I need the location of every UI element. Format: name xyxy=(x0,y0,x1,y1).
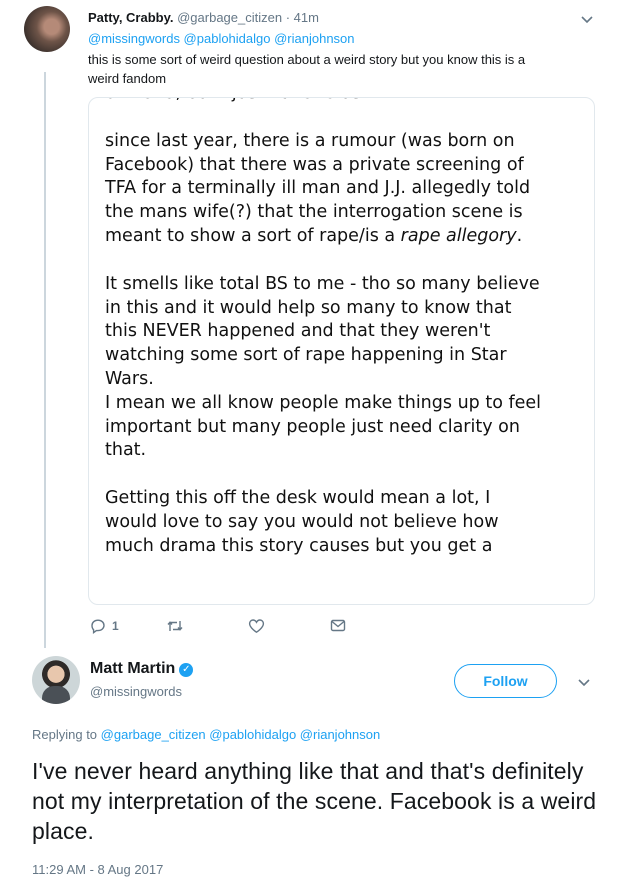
tweet-text: this is some sort of weird question abou… xyxy=(88,52,526,86)
reply-count: 1 xyxy=(112,619,119,633)
image-text: of weird, but I just have to ask. since … xyxy=(105,98,545,559)
heart-icon xyxy=(248,619,265,634)
handle[interactable]: @missingwords xyxy=(90,684,182,699)
avatar[interactable] xyxy=(24,6,70,52)
replying-prefix: Replying to xyxy=(32,727,98,742)
text-line: of weird, but I just have to ask. xyxy=(105,98,545,106)
text-paragraph: It smells like total BS to me - tho so m… xyxy=(105,273,540,389)
display-name-row: Matt Martin ✓ xyxy=(90,660,194,678)
thread-connector xyxy=(44,72,46,648)
timestamp[interactable]: 11:29 AM - 8 Aug 2017 xyxy=(32,862,163,877)
display-name[interactable]: Matt Martin xyxy=(90,660,175,677)
retweet-button[interactable] xyxy=(166,618,184,634)
text-paragraph: Getting this off the desk would mean a l… xyxy=(105,488,499,556)
text-paragraph: I mean we all know people make things up… xyxy=(105,392,542,461)
text-paragraph: since last year, there is a rumour (was … xyxy=(105,130,531,246)
direct-message-button[interactable] xyxy=(330,618,346,632)
replying-to: Replying to @garbage_citizen @pablohidal… xyxy=(32,727,380,742)
handle[interactable]: @garbage_citizen xyxy=(177,10,282,25)
embedded-text-image[interactable]: of weird, but I just have to ask. since … xyxy=(88,97,595,605)
retweet-icon xyxy=(167,621,183,631)
mentions[interactable]: @missingwords @pablohidalgo @rianjohnson xyxy=(88,31,355,46)
italic-phrase: rape allegory xyxy=(400,225,517,246)
chevron-down-icon[interactable] xyxy=(577,675,591,691)
envelope-icon xyxy=(330,619,346,632)
chevron-down-icon[interactable] xyxy=(580,12,594,28)
avatar[interactable] xyxy=(32,656,80,704)
verified-badge-icon: ✓ xyxy=(179,663,194,677)
like-button[interactable] xyxy=(248,618,265,634)
follow-button[interactable]: Follow xyxy=(454,664,557,698)
tweet-text: I've never heard anything like that and … xyxy=(32,758,597,844)
replying-mentions[interactable]: @garbage_citizen @pablohidalgo @rianjohn… xyxy=(101,727,381,742)
display-name[interactable]: Patty, Crabby. xyxy=(88,10,173,25)
tweet-header: Patty, Crabby. @garbage_citizen · 41m xyxy=(88,10,319,25)
reply-icon xyxy=(91,619,105,634)
reply-button[interactable]: 1 xyxy=(90,618,119,634)
tweet-actions: 1 xyxy=(90,618,350,640)
tweet-time[interactable]: · 41m xyxy=(286,10,319,25)
